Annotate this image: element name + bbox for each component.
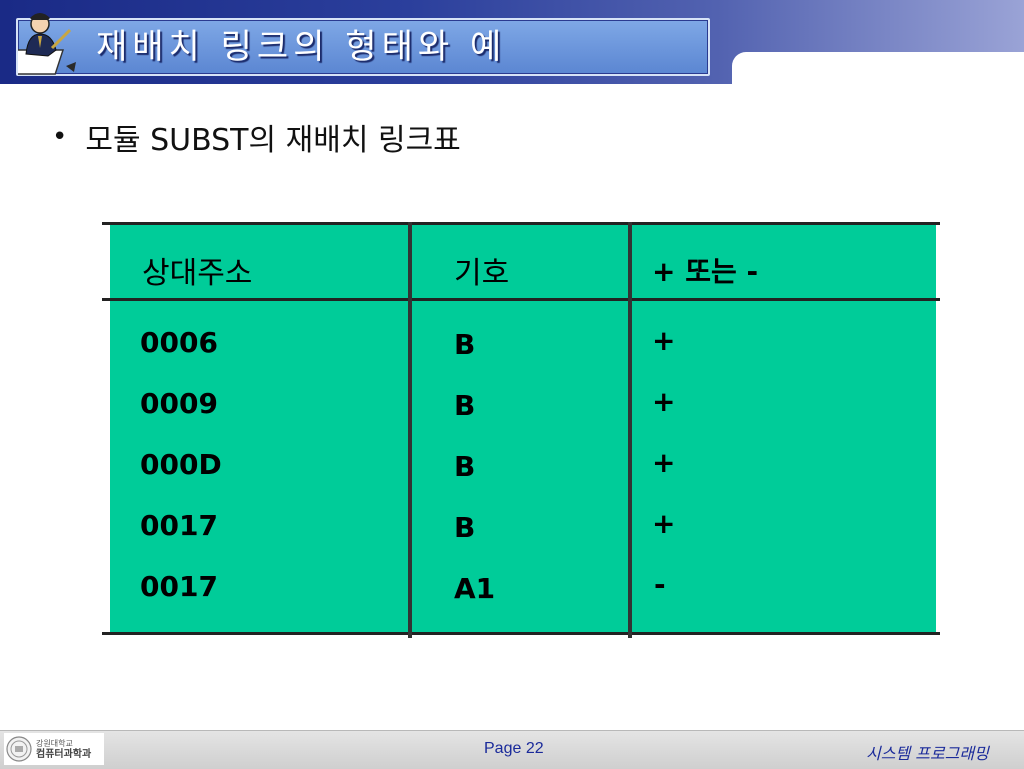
table-cell-address: 000D [140, 448, 222, 481]
person-writing-icon [18, 13, 76, 75]
table-cell-symbol: A1 [454, 572, 496, 605]
relocation-link-table: 상대주소 기호 + 또는 - 0006 B + 0009 B + 000D B … [102, 222, 940, 638]
table-header-symbol: 기호 [454, 256, 510, 291]
table-cell-address: 0009 [140, 387, 218, 420]
university-seal-icon [6, 736, 32, 762]
header-right-tab [732, 52, 1024, 92]
footer-logo-line2: 컴퓨터과학과 [36, 749, 92, 760]
course-name: 시스템 프로그래밍 [866, 744, 989, 763]
table-cell-sign: - [654, 568, 666, 601]
bullet-marker: • [52, 122, 68, 152]
table-cell-sign: + [652, 446, 676, 479]
table-cell-address: 0017 [140, 570, 218, 603]
table-cell-address: 0006 [140, 326, 218, 359]
slide-title: 재배치 링크의 형태와 예 [96, 27, 507, 67]
table-bottom-border [102, 632, 940, 635]
page-number: Page 22 [484, 740, 544, 757]
bullet-text: 모듈 SUBST의 재배치 링크표 [85, 123, 461, 158]
table-header-address: 상대주소 [142, 256, 253, 291]
footer-university-name: 강원대학교 컴퓨터과학과 [36, 738, 91, 760]
table-header-divider [102, 298, 940, 301]
table-column-divider [628, 222, 632, 638]
table-cell-sign: + [652, 507, 676, 540]
footer-logo-line1: 강원대학교 [36, 739, 73, 748]
table-cell-sign: + [652, 385, 676, 418]
table-cell-address: 0017 [140, 509, 218, 542]
bullet-item: • 모듈 SUBST의 재배치 링크표 [52, 114, 461, 160]
table-cell-symbol: B [454, 511, 476, 544]
table-cell-sign: + [652, 324, 676, 357]
table-column-divider [408, 222, 412, 638]
table-cell-symbol: B [454, 450, 476, 483]
table-top-border [102, 222, 940, 225]
table-header-sign: + 또는 - [652, 255, 759, 288]
table-cell-symbol: B [454, 328, 476, 361]
table-cell-symbol: B [454, 389, 476, 422]
footer-logo: 강원대학교 컴퓨터과학과 [4, 733, 104, 765]
